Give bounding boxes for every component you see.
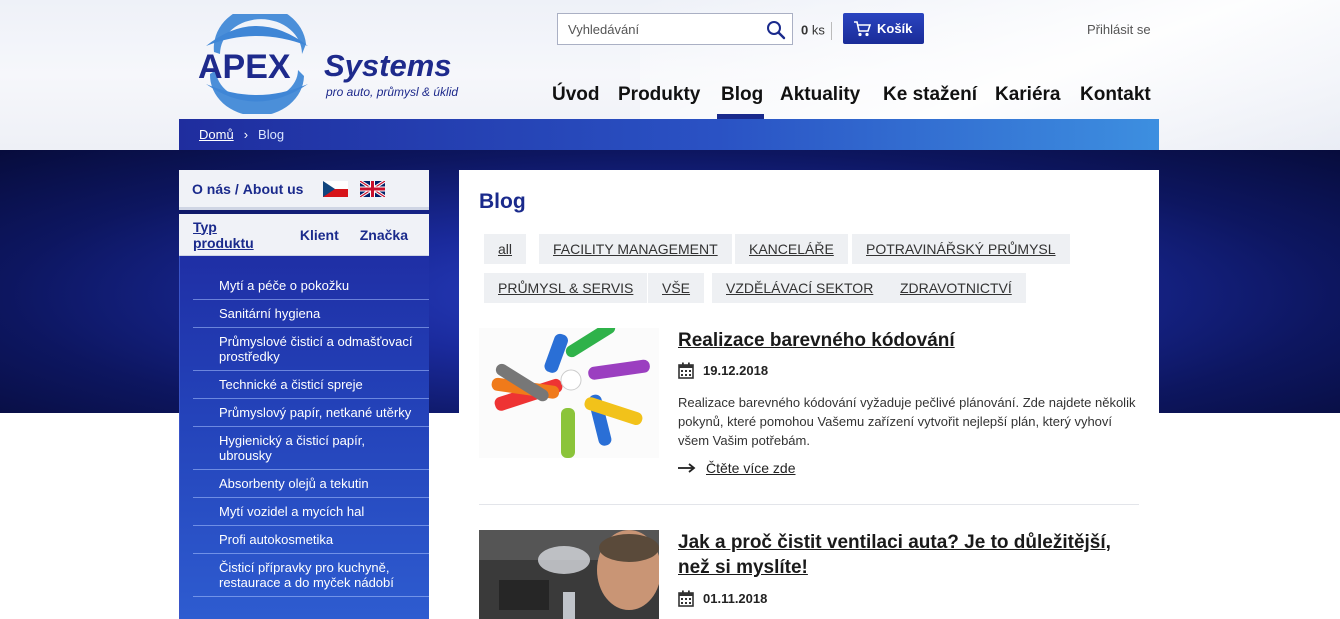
nav-item-kariera[interactable]: Kariéra [995, 84, 1061, 106]
cart-count-unit: ks [811, 22, 825, 38]
tag-vse[interactable]: VŠE [648, 273, 705, 303]
nav-item-blog[interactable]: Blog [721, 84, 763, 106]
nav-item-aktuality[interactable]: Aktuality [780, 84, 860, 106]
sidebar-item[interactable]: Profi autokosmetika [193, 526, 429, 554]
tag-facility-management[interactable]: FACILITY MANAGEMENT [539, 234, 732, 264]
logo[interactable]: APEX Systems pro auto, průmysl & úklid [196, 14, 471, 114]
breadcrumb-home[interactable]: Domů [199, 127, 234, 142]
post-excerpt: Realizace barevného kódování vyžaduje pe… [678, 395, 1136, 448]
logo-tagline: pro auto, průmysl & úklid [326, 85, 459, 99]
sidebar-item[interactable]: Hygienický a čisticí papír, ubrousky [193, 427, 429, 470]
sidebar-category-list: Mytí a péče o pokožku Sanitární hygiena … [179, 256, 429, 619]
post-divider [479, 504, 1139, 505]
sidebar-about: O nás / About us [179, 170, 429, 210]
uk-flag-icon[interactable] [360, 180, 386, 197]
post-date-value: 19.12.2018 [703, 363, 769, 378]
breadcrumb-separator: › [243, 127, 249, 142]
cart-count: 0 ks [801, 22, 832, 40]
nav-item-kontakt[interactable]: Kontakt [1080, 84, 1151, 106]
tag-kancelare[interactable]: KANCELÁŘE [735, 234, 848, 264]
cart-separator [830, 22, 832, 40]
tab-znacka[interactable]: Značka [360, 227, 408, 243]
about-link-cz[interactable]: O nás [192, 181, 231, 197]
post-date-value: 01.11.2018 [703, 591, 768, 606]
cart-count-value: 0 [801, 22, 809, 38]
sidebar-item[interactable]: Průmyslový papír, netkané utěrky [193, 399, 429, 427]
sidebar-item[interactable]: Mytí a péče o pokožku [193, 272, 429, 300]
sidebar-tabs: Typ produktu Klient Značka [179, 214, 429, 256]
logo-apex-text: APEX [198, 48, 291, 86]
tag-potravinarsky-prumysl[interactable]: POTRAVINÁŘSKÝ PRŮMYSL [852, 234, 1070, 264]
breadcrumb: Domů › Blog [179, 119, 1159, 150]
sidebar-item[interactable]: Sanitární hygiena [193, 300, 429, 328]
login-link[interactable]: Přihlásit se [1087, 22, 1151, 37]
nav-item-ke-stazeni[interactable]: Ke stažení [883, 84, 977, 106]
sidebar-item[interactable]: Absorbenty olejů a tekutin [193, 470, 429, 498]
post-image-car-ventilation[interactable] [479, 530, 659, 619]
cart-icon [854, 20, 871, 36]
search-icon[interactable] [766, 20, 786, 40]
post-title[interactable]: Jak a proč čistit ventilaci auta? Je to … [678, 530, 1140, 580]
tag-zdravotnictvi[interactable]: ZDRAVOTNICTVÍ [886, 273, 1026, 303]
tab-typ-produktu[interactable]: Typ produktu [193, 219, 279, 251]
search-input[interactable] [558, 14, 758, 44]
sidebar-item[interactable]: Čisticí přípravky pro kuchyně, restaurac… [193, 554, 429, 597]
sidebar-item[interactable]: Mytí vozidel a mycích hal [193, 498, 429, 526]
post-date: 19.12.2018 [678, 362, 768, 379]
czech-flag-icon[interactable] [323, 180, 349, 197]
read-more-link[interactable]: Čtěte více zde [706, 460, 796, 476]
nav-item-produkty[interactable]: Produkty [618, 84, 700, 106]
page-title: Blog [479, 190, 526, 213]
post-read-more[interactable]: Čtěte více zde [678, 460, 796, 476]
main-content: Blog all FACILITY MANAGEMENT KANCELÁŘE P… [459, 170, 1159, 619]
breadcrumb-current: Blog [258, 127, 285, 142]
search-box [557, 13, 793, 45]
post-image-brushes[interactable] [479, 328, 659, 458]
tag-vzdelavaci-sektor[interactable]: VZDĚLÁVACÍ SEKTOR [712, 273, 888, 303]
cart-button[interactable]: Košík [843, 13, 924, 44]
calendar-icon [678, 590, 694, 607]
post-title[interactable]: Realizace barevného kódování [678, 328, 955, 353]
nav-item-uvod[interactable]: Úvod [552, 84, 600, 106]
tag-prumysl-servis[interactable]: PRŮMYSL & SERVIS [484, 273, 648, 303]
about-separator: / [234, 180, 239, 197]
tag-all[interactable]: all [484, 234, 527, 264]
sidebar-item[interactable]: Průmyslové čisticí a odmašťovací prostře… [193, 328, 429, 371]
post-date: 01.11.2018 [678, 590, 767, 607]
about-link-en[interactable]: About us [243, 181, 304, 197]
sidebar-item[interactable]: Technické a čisticí spreje [193, 371, 429, 399]
cart-label: Košík [877, 21, 913, 36]
arrow-right-icon [678, 463, 696, 473]
calendar-icon [678, 362, 694, 379]
sidebar: O nás / About us Typ produktu Klient Zna… [179, 170, 429, 619]
tab-klient[interactable]: Klient [300, 227, 339, 243]
logo-systems-text: Systems [324, 48, 452, 83]
